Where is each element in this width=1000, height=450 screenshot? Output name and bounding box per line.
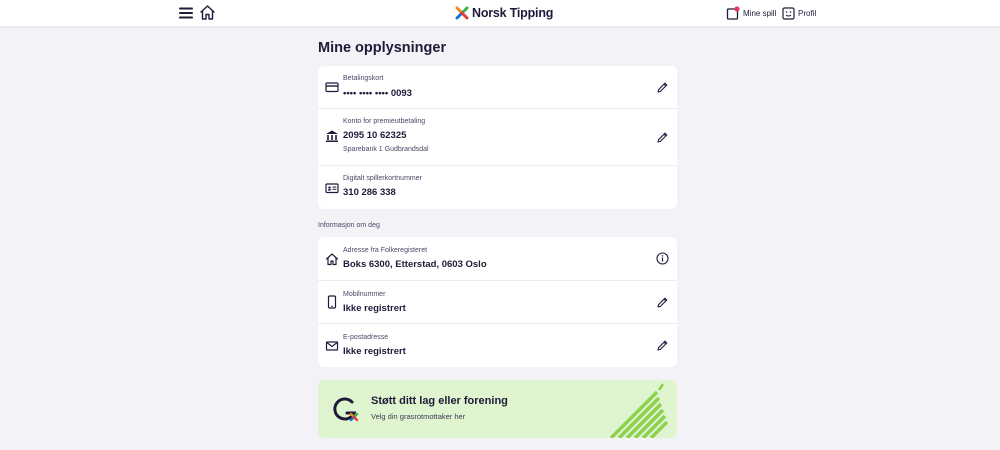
mine-spill-label: Mine spill [743,8,777,18]
konto-row[interactable]: Konto for premieutbetaling 2095 10 62325… [318,109,677,166]
edit-pencil-icon[interactable] [656,131,669,144]
epost-value: Ikke registrert [343,346,406,357]
adresse-value: Boks 6300, Etterstad, 0603 Oslo [343,259,487,270]
phone-icon [325,295,339,309]
logo-cross-icon [455,6,469,20]
hamburger-menu-icon[interactable] [178,5,194,21]
home-icon[interactable] [199,4,216,21]
epost-row[interactable]: E-postadresse Ikke registrert [318,324,677,367]
house-icon [325,252,339,266]
mobilnummer-label: Mobilnummer [343,291,386,298]
edit-pencil-icon[interactable] [656,339,669,352]
credit-card-icon [325,80,339,94]
edit-pencil-icon[interactable] [656,296,669,309]
adresse-row: Adresse fra Folkeregisteret Boks 6300, E… [318,237,677,281]
page-title: Mine opplysninger [318,40,447,56]
profile-face-icon [782,6,795,20]
brand-name: Norsk Tipping [472,6,554,20]
norsk-tipping-logo[interactable]: Norsk Tipping [455,4,553,22]
section-label-info: Informasjon om deg [318,222,380,229]
id-card-icon [325,181,339,195]
grasrot-logo-icon [330,394,362,426]
mobilnummer-value: Ikke registrert [343,303,406,314]
grasrot-subtitle: Velg din grasrotmottaker her [371,412,466,421]
grasrot-banner[interactable]: Støtt ditt lag eller forening Velg din g… [318,380,677,438]
profil-label: Profil [798,8,817,18]
bank-icon [325,129,339,143]
info-icon[interactable] [656,252,669,265]
konto-bank-name: Sparebank 1 Gudbrandsdal [343,146,429,153]
grasrot-stripes-decoration [603,380,677,438]
grasrot-title: Støtt ditt lag eller forening [371,395,508,407]
epost-label: E-postadresse [343,334,389,341]
profil-button[interactable]: Profil [782,5,816,21]
edit-pencil-icon[interactable] [656,81,669,94]
spillerkort-value: 310 286 338 [343,187,396,198]
envelope-icon [325,339,339,353]
spillerkort-row: Digitalt spillerkortnummer 310 286 338 [318,166,677,209]
mine-spill-button[interactable]: Mine spill [726,5,776,21]
betalingskort-label: Betalingskort [343,75,384,82]
spillerkort-label: Digitalt spillerkortnummer [343,175,422,182]
betalingskort-row[interactable]: Betalingskort •••• •••• •••• 0093 [318,66,677,109]
mobilnummer-row[interactable]: Mobilnummer Ikke registrert [318,281,677,324]
top-bar: Norsk Tipping Mine spill Profil [0,0,1000,26]
konto-label: Konto for premieutbetaling [343,118,426,125]
konto-value: 2095 10 62325 [343,130,407,141]
betalingskort-value: •••• •••• •••• 0093 [343,88,412,99]
payment-details-card: Betalingskort •••• •••• •••• 0093 Konto … [318,66,677,209]
adresse-label: Adresse fra Folkeregisteret [343,247,428,254]
ticket-notification-icon [726,6,740,20]
personal-info-card: Adresse fra Folkeregisteret Boks 6300, E… [318,237,677,367]
